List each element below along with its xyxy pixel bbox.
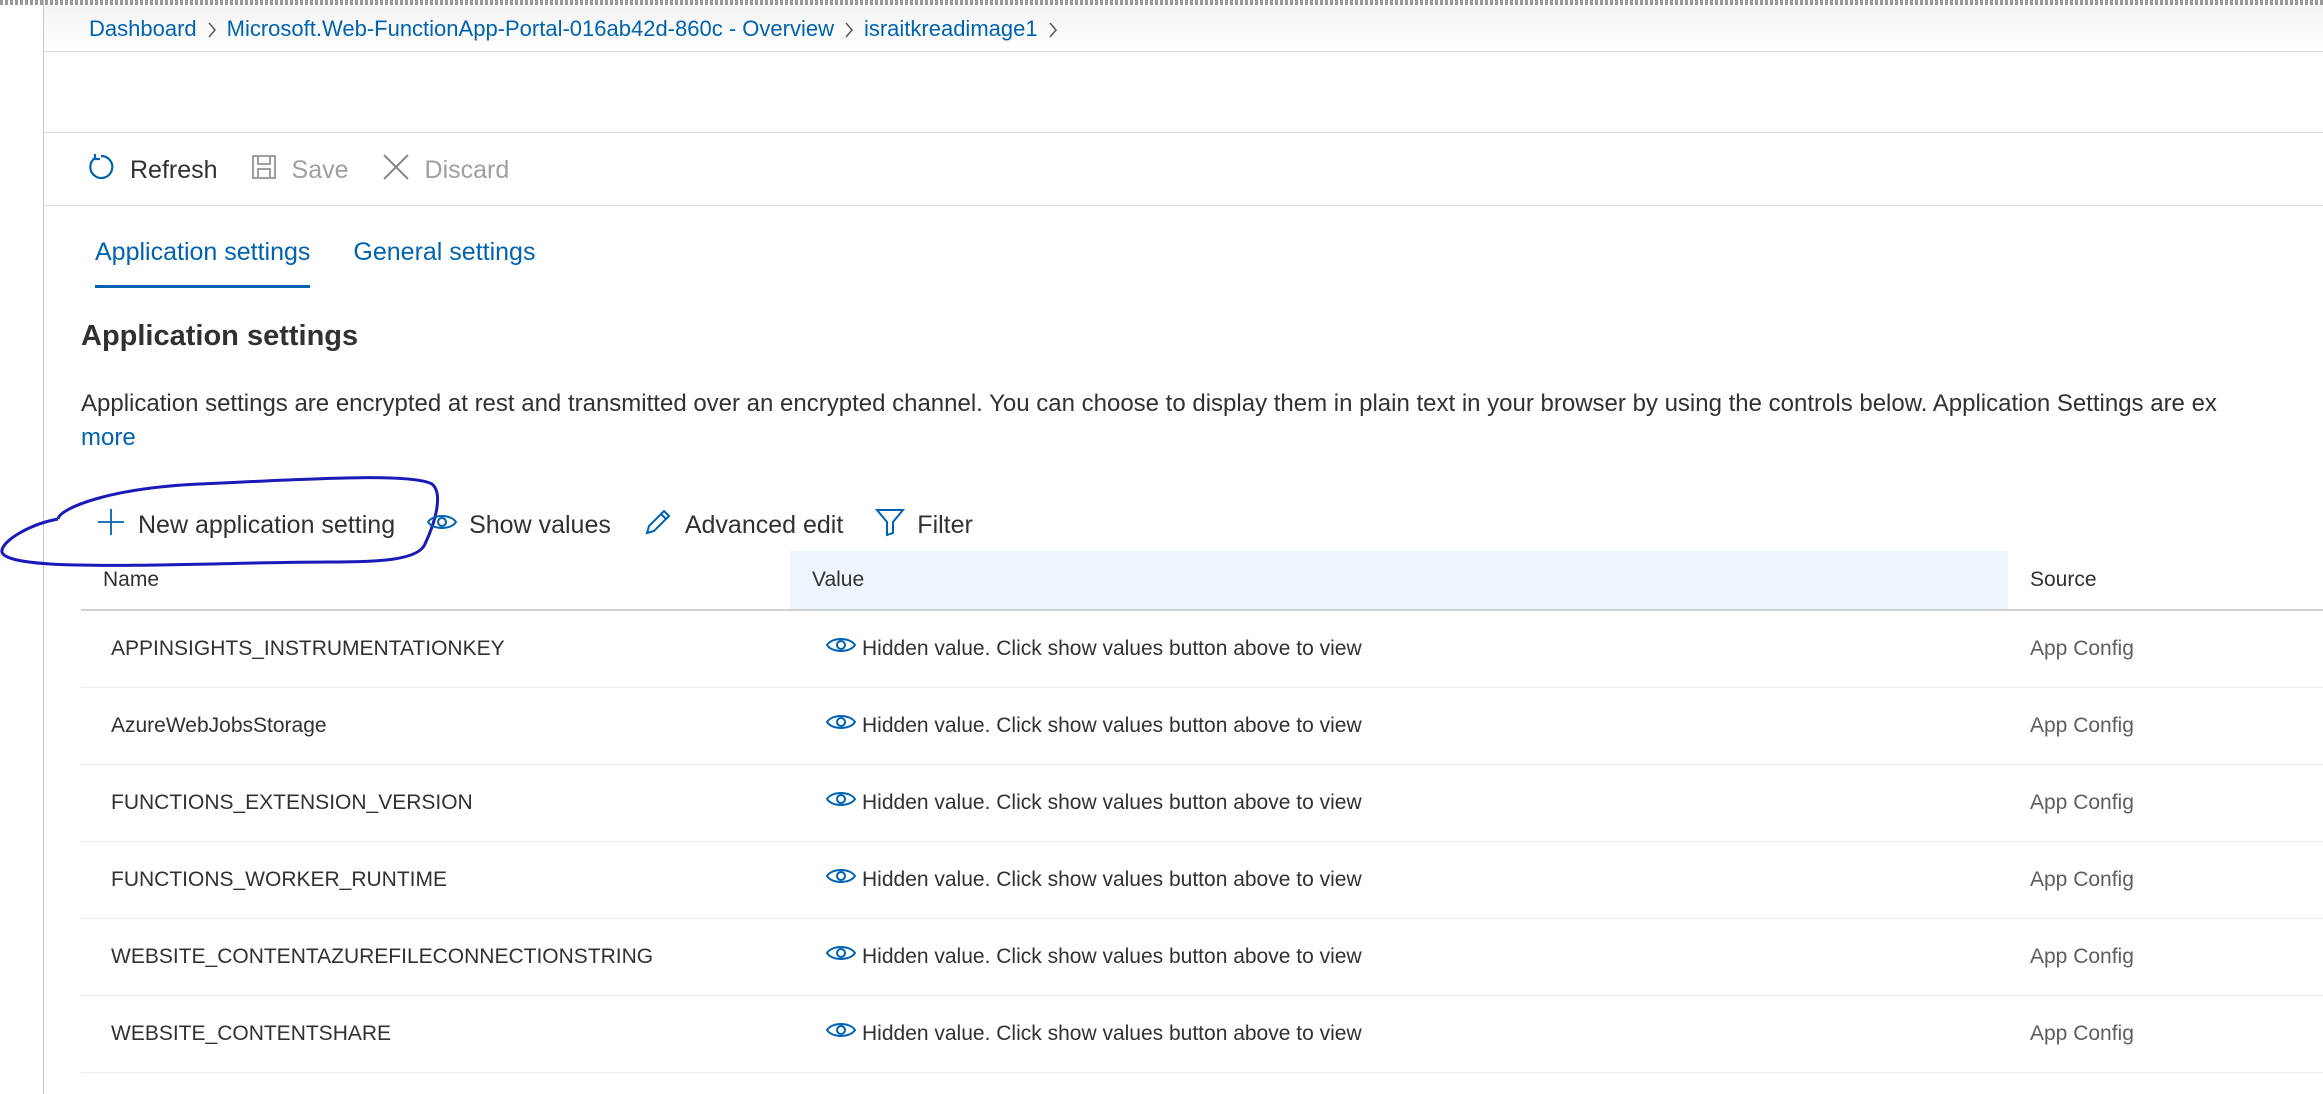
table-row[interactable]: WEBSITE_CONTENTAZUREFILECONNECTIONSTRING… xyxy=(81,919,2323,996)
eye-icon xyxy=(825,765,862,841)
section-title: Application settings xyxy=(81,320,359,352)
chevron-right-icon xyxy=(197,16,227,42)
refresh-icon xyxy=(86,152,130,189)
breadcrumb: Dashboard Microsoft.Web-FunctionApp-Port… xyxy=(89,14,1068,44)
setting-value: Hidden value. Click show values button a… xyxy=(825,688,1362,764)
breadcrumb-function-app-overview[interactable]: Microsoft.Web-FunctionApp-Portal-016ab42… xyxy=(227,16,834,42)
hidden-value-text: Hidden value. Click show values button a… xyxy=(862,1022,1362,1045)
eye-icon xyxy=(825,842,862,918)
table-row[interactable]: APPINSIGHTS_INSTRUMENTATIONKEY Hidden va… xyxy=(81,611,2323,688)
hidden-value-text: Hidden value. Click show values button a… xyxy=(862,868,1362,891)
divider xyxy=(44,132,2323,133)
setting-name[interactable]: WEBSITE_CONTENTSHARE xyxy=(111,996,391,1072)
settings-command-bar: New application setting Show values Adva… xyxy=(96,507,973,543)
column-header-value[interactable]: Value xyxy=(790,551,2008,609)
setting-value: Hidden value. Click show values button a… xyxy=(825,842,1362,918)
hidden-value-text: Hidden value. Click show values button a… xyxy=(862,637,1362,660)
table-row[interactable]: FUNCTIONS_EXTENSION_VERSION Hidden value… xyxy=(81,765,2323,842)
eye-icon xyxy=(825,919,862,995)
breadcrumb-app[interactable]: israitkreadimage1 xyxy=(864,16,1038,42)
setting-source: App Config xyxy=(2030,791,2134,814)
refresh-label: Refresh xyxy=(130,155,218,184)
hidden-value-text: Hidden value. Click show values button a… xyxy=(862,945,1362,968)
chevron-right-icon xyxy=(1038,16,1068,42)
divider xyxy=(44,51,2323,52)
table-row[interactable]: FUNCTIONS_WORKER_RUNTIME Hidden value. C… xyxy=(81,842,2323,919)
setting-value: Hidden value. Click show values button a… xyxy=(825,919,1362,995)
filter-icon xyxy=(875,507,917,544)
close-icon xyxy=(381,152,425,189)
table-row[interactable]: WEBSITE_CONTENTSHARE Hidden value. Click… xyxy=(81,996,2323,1073)
divider xyxy=(44,205,2323,206)
filter-button[interactable]: Filter xyxy=(875,507,973,544)
column-header-source[interactable]: Source xyxy=(2030,551,2097,609)
section-description: Application settings are encrypted at re… xyxy=(81,390,2217,417)
save-icon xyxy=(250,153,292,188)
setting-value: Hidden value. Click show values button a… xyxy=(825,996,1362,1072)
setting-value: Hidden value. Click show values button a… xyxy=(825,765,1362,841)
discard-button[interactable]: Discard xyxy=(381,152,510,189)
save-button[interactable]: Save xyxy=(250,153,349,188)
new-application-setting-label: New application setting xyxy=(138,510,396,539)
advanced-edit-button[interactable]: Advanced edit xyxy=(643,507,843,544)
tab-general-settings[interactable]: General settings xyxy=(353,238,535,288)
setting-name[interactable]: FUNCTIONS_WORKER_RUNTIME xyxy=(111,842,447,918)
breadcrumb-dashboard[interactable]: Dashboard xyxy=(89,16,197,42)
settings-tabs: Application settings General settings xyxy=(95,238,578,288)
pencil-icon xyxy=(643,507,685,544)
eye-icon xyxy=(825,996,862,1072)
show-values-label: Show values xyxy=(469,510,611,539)
show-values-button[interactable]: Show values xyxy=(426,510,611,540)
hidden-value-text: Hidden value. Click show values button a… xyxy=(862,714,1362,737)
application-settings-grid: Name Value Source APPINSIGHTS_INSTRUMENT… xyxy=(81,551,2323,1073)
plus-icon xyxy=(96,507,138,544)
setting-source: App Config xyxy=(2030,1022,2134,1045)
eye-icon xyxy=(426,511,469,540)
column-header-name[interactable]: Name xyxy=(103,551,159,609)
eye-icon xyxy=(825,688,862,764)
setting-name[interactable]: AzureWebJobsStorage xyxy=(111,688,327,764)
eye-icon xyxy=(825,611,862,687)
setting-source: App Config xyxy=(2030,637,2134,660)
setting-source: App Config xyxy=(2030,868,2134,891)
refresh-button[interactable]: Refresh xyxy=(86,152,218,189)
column-header-value-label: Value xyxy=(812,568,865,591)
setting-name[interactable]: APPINSIGHTS_INSTRUMENTATIONKEY xyxy=(111,611,505,687)
setting-value: Hidden value. Click show values button a… xyxy=(825,611,1362,687)
discard-label: Discard xyxy=(424,155,510,184)
filter-label: Filter xyxy=(917,510,973,539)
new-application-setting-button[interactable]: New application setting xyxy=(96,507,395,544)
tab-application-settings[interactable]: Application settings xyxy=(95,238,311,288)
grid-header: Name Value Source xyxy=(81,551,2323,611)
advanced-edit-label: Advanced edit xyxy=(684,510,844,539)
save-label: Save xyxy=(291,155,349,184)
setting-source: App Config xyxy=(2030,945,2134,968)
table-row[interactable]: AzureWebJobsStorage Hidden value. Click … xyxy=(81,688,2323,765)
setting-name[interactable]: FUNCTIONS_EXTENSION_VERSION xyxy=(111,765,473,841)
learn-more-link[interactable]: more xyxy=(81,424,136,452)
command-toolbar: Refresh Save Discard xyxy=(86,150,541,190)
hidden-value-text: Hidden value. Click show values button a… xyxy=(862,791,1362,814)
setting-name[interactable]: WEBSITE_CONTENTAZUREFILECONNECTIONSTRING xyxy=(111,919,653,995)
setting-source: App Config xyxy=(2030,714,2134,737)
chevron-right-icon xyxy=(834,16,864,42)
